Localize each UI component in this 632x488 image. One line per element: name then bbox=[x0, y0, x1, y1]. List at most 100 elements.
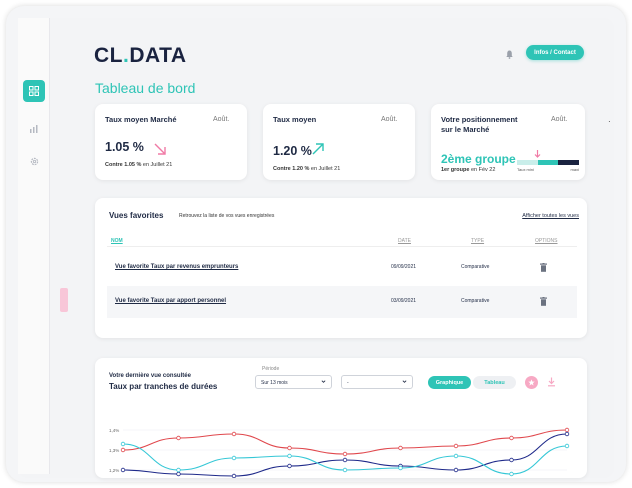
last-view-subtitle: Votre dernière vue consultée bbox=[109, 373, 191, 379]
column-header-date[interactable]: DATE bbox=[398, 238, 411, 244]
app-logo: CL.DATA bbox=[94, 44, 187, 67]
series-point[interactable] bbox=[509, 471, 514, 477]
y-tick-label: 1,3% bbox=[109, 448, 119, 453]
y-tick-label: 1,2% bbox=[109, 468, 119, 473]
column-header-name[interactable]: NOM bbox=[111, 238, 123, 244]
notification-bell-icon[interactable] bbox=[506, 46, 513, 64]
kpi-month: Août. bbox=[381, 116, 398, 123]
sidebar bbox=[18, 18, 50, 474]
y-tick-label: 1,4% bbox=[109, 428, 119, 433]
series-point[interactable] bbox=[120, 447, 126, 453]
period-select-value: Sur 13 mois bbox=[261, 380, 288, 386]
trend-down-arrow-icon bbox=[154, 143, 166, 155]
favorites-description: Retrouvez la liste de vos vues enregistr… bbox=[179, 213, 275, 219]
kpi-month: Août. bbox=[213, 116, 230, 123]
rates-line-chart: 1,4% 1,3% 1,2% bbox=[109, 427, 570, 478]
column-header-type[interactable]: TYPE bbox=[471, 238, 484, 244]
show-all-views-link[interactable]: Afficher toutes les vues bbox=[522, 213, 579, 219]
table-header-divider bbox=[107, 246, 577, 247]
star-icon bbox=[528, 379, 535, 386]
contact-button[interactable]: Infos / Contact bbox=[526, 45, 584, 60]
filter-select[interactable]: - bbox=[341, 375, 413, 389]
kpi-comparison: Contre 1.05 % en Juillet 21 bbox=[105, 162, 173, 168]
series-point[interactable] bbox=[176, 471, 181, 477]
last-view-title: Taux par tranches de durées bbox=[109, 382, 218, 391]
kpi-title: Taux moyen bbox=[273, 115, 317, 124]
favorite-type: Comparative bbox=[461, 264, 490, 270]
download-icon[interactable] bbox=[547, 377, 556, 387]
market-range-labels: Taux mini maxi bbox=[517, 167, 579, 172]
kpi-card-average-rate: Taux moyen Août. 1.20 % Contre 1.20 % en… bbox=[263, 104, 415, 180]
favorite-star-button[interactable] bbox=[525, 376, 538, 389]
series-point[interactable] bbox=[176, 435, 181, 441]
sidebar-collapse-handle[interactable] bbox=[60, 288, 68, 312]
market-range-bar bbox=[517, 160, 580, 165]
table-row[interactable]: Vue favorite Taux par apport personnel 0… bbox=[107, 286, 577, 318]
last-view-card: Votre dernière vue consultée Taux par tr… bbox=[95, 358, 587, 478]
more-dot: · bbox=[608, 117, 611, 126]
table-view-button[interactable]: Tableau bbox=[473, 376, 516, 389]
column-header-options: OPTIONS bbox=[535, 238, 558, 244]
series-point[interactable] bbox=[176, 467, 181, 473]
page-title: Tableau de bord bbox=[95, 80, 196, 96]
series-point[interactable] bbox=[342, 467, 348, 473]
favorite-type: Comparative bbox=[461, 298, 490, 304]
series-point[interactable] bbox=[453, 443, 459, 449]
favorites-title: Vues favorites bbox=[109, 211, 164, 220]
chevron-down-icon bbox=[321, 380, 326, 383]
series-point[interactable] bbox=[564, 443, 570, 449]
series-line-0 bbox=[122, 429, 568, 455]
trend-up-arrow-icon bbox=[312, 143, 324, 155]
range-min-label: Taux mini bbox=[517, 167, 534, 172]
series-point[interactable] bbox=[453, 467, 459, 473]
series-point[interactable] bbox=[509, 435, 514, 441]
kpi-value: 1.20 % bbox=[273, 144, 312, 158]
kpi-value: 1.05 % bbox=[105, 140, 144, 154]
favorite-date: 09/09/2021 bbox=[391, 264, 417, 270]
favorite-name-link[interactable]: Vue favorite Taux par revenus emprunteur… bbox=[115, 264, 238, 270]
period-label: Période bbox=[262, 366, 280, 372]
favorite-name-link[interactable]: Vue favorite Taux par apport personnel bbox=[115, 298, 226, 304]
series-point[interactable] bbox=[509, 457, 514, 463]
graph-view-button[interactable]: Graphique bbox=[428, 376, 471, 389]
position-month: Août. bbox=[551, 116, 568, 123]
series-point[interactable] bbox=[120, 467, 126, 473]
series-point[interactable] bbox=[287, 453, 292, 459]
kpi-card-market-rate: Taux moyen Marché Août. 1.05 % Contre 1.… bbox=[95, 104, 247, 180]
sidebar-item-settings[interactable] bbox=[23, 150, 45, 172]
range-max-label: maxi bbox=[570, 167, 579, 172]
trash-icon[interactable] bbox=[540, 297, 547, 306]
rank-comparison: 1er groupe en Fév 22 bbox=[441, 167, 496, 173]
series-point[interactable] bbox=[398, 445, 403, 451]
trash-icon[interactable] bbox=[540, 263, 547, 272]
sidebar-item-dashboard[interactable] bbox=[23, 80, 45, 102]
series-point[interactable] bbox=[453, 453, 459, 459]
market-position-card: Votre positionnement sur le Marché Août.… bbox=[431, 104, 585, 180]
series-point[interactable] bbox=[342, 451, 348, 457]
series-point[interactable] bbox=[564, 431, 570, 437]
gear-icon bbox=[30, 157, 38, 165]
kpi-comparison: Contre 1.20 % en Juillet 21 bbox=[273, 166, 341, 172]
chevron-down-icon bbox=[402, 380, 407, 383]
favorites-card: Vues favorites Retrouvez la liste de vos… bbox=[95, 198, 587, 338]
favorite-date: 03/09/2021 bbox=[391, 298, 417, 304]
period-select[interactable]: Sur 13 mois bbox=[255, 375, 332, 389]
series-point[interactable] bbox=[564, 427, 570, 433]
series-point[interactable] bbox=[287, 463, 292, 469]
series-point[interactable] bbox=[287, 445, 292, 451]
series-point[interactable] bbox=[231, 455, 237, 461]
series-point[interactable] bbox=[398, 465, 403, 471]
grid-icon bbox=[29, 86, 39, 96]
position-marker-icon bbox=[534, 150, 541, 158]
rank-value: 2ème groupe bbox=[441, 152, 516, 166]
sidebar-item-stats[interactable] bbox=[23, 118, 45, 140]
kpi-title: Taux moyen Marché bbox=[105, 115, 177, 124]
table-row[interactable]: Vue favorite Taux par revenus emprunteur… bbox=[107, 252, 577, 284]
position-title: Votre positionnement sur le Marché bbox=[441, 115, 518, 134]
series-point[interactable] bbox=[231, 473, 237, 478]
filter-select-value: - bbox=[347, 380, 349, 386]
bar-chart-icon bbox=[30, 125, 38, 133]
series-point[interactable] bbox=[231, 431, 237, 437]
series-point[interactable] bbox=[342, 457, 348, 463]
series-point[interactable] bbox=[120, 441, 126, 447]
